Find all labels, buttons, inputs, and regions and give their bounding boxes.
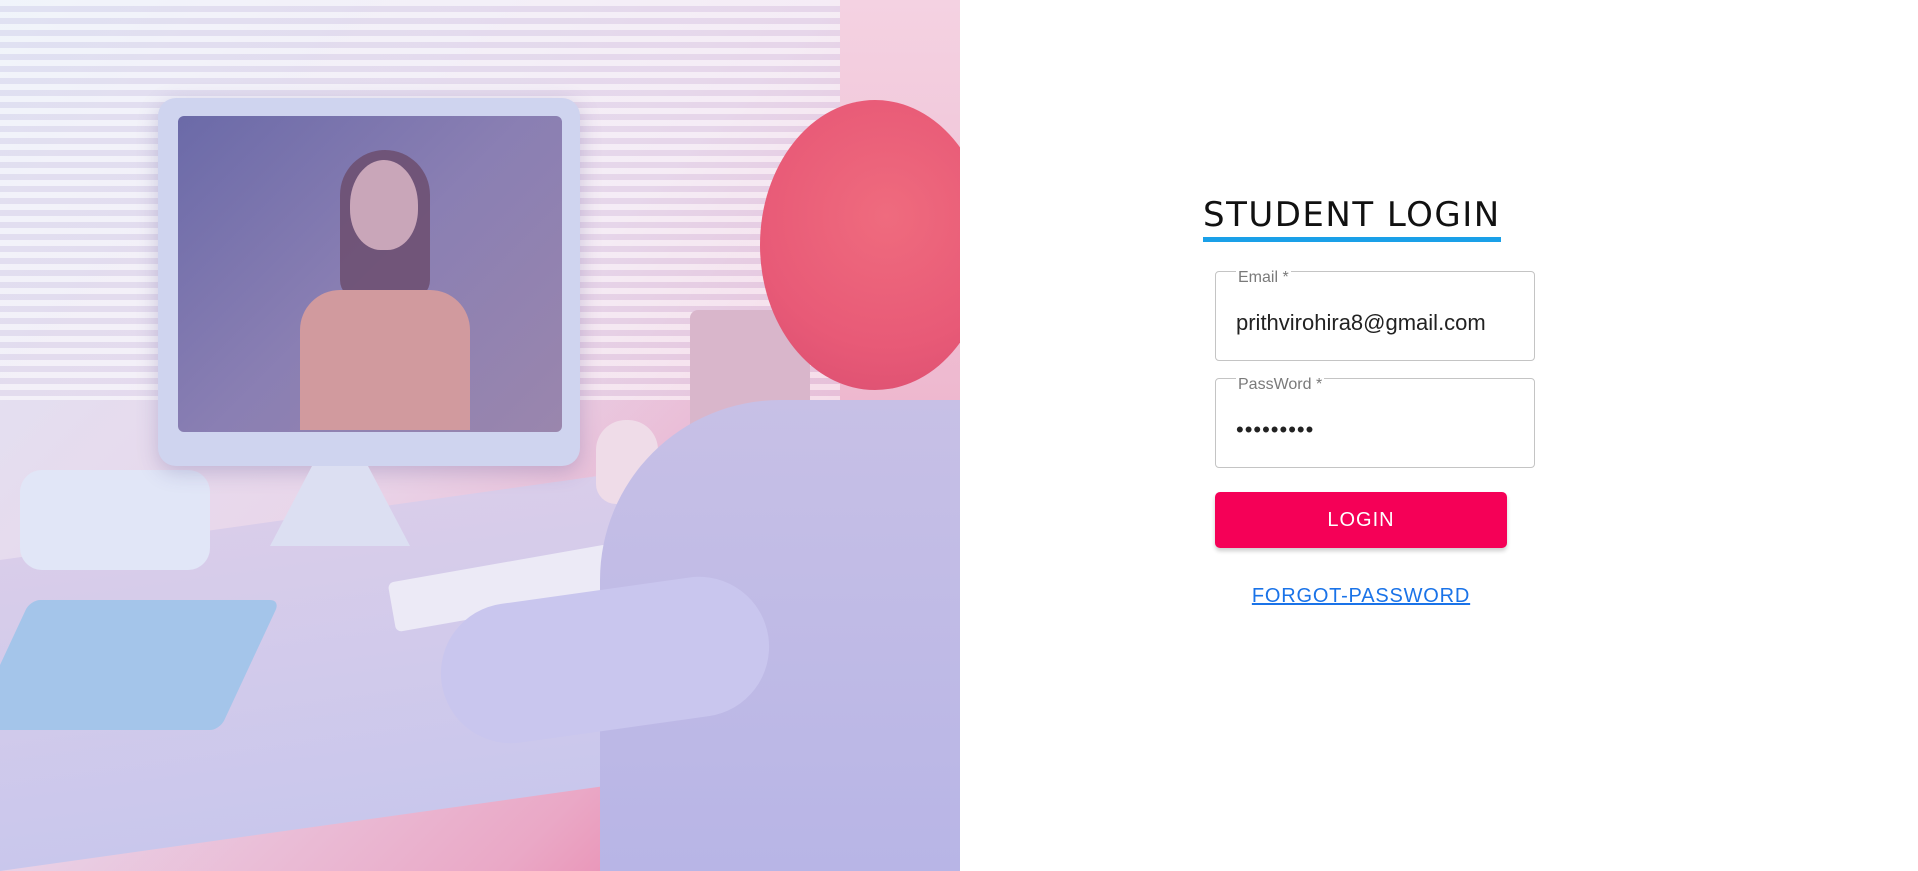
page-title: STUDENT LOGIN	[1203, 195, 1501, 242]
password-input[interactable]	[1236, 417, 1526, 443]
login-form: STUDENT LOGIN Email * PassWord * LOGIN F…	[1203, 195, 1543, 608]
password-label: PassWord *	[1236, 376, 1325, 394]
email-input[interactable]	[1236, 310, 1526, 336]
monitor-stand	[270, 466, 410, 546]
hero-image	[0, 0, 960, 871]
email-label: Email *	[1236, 269, 1291, 287]
teacher-head	[350, 160, 418, 250]
login-button[interactable]: LOGIN	[1215, 492, 1507, 548]
vr-headset	[20, 470, 210, 570]
forgot-password-link[interactable]: FORGOT-PASSWORD	[1215, 585, 1507, 608]
email-field[interactable]: Email *	[1215, 269, 1535, 361]
teacher-body	[300, 290, 470, 430]
password-field[interactable]: PassWord *	[1215, 376, 1535, 468]
